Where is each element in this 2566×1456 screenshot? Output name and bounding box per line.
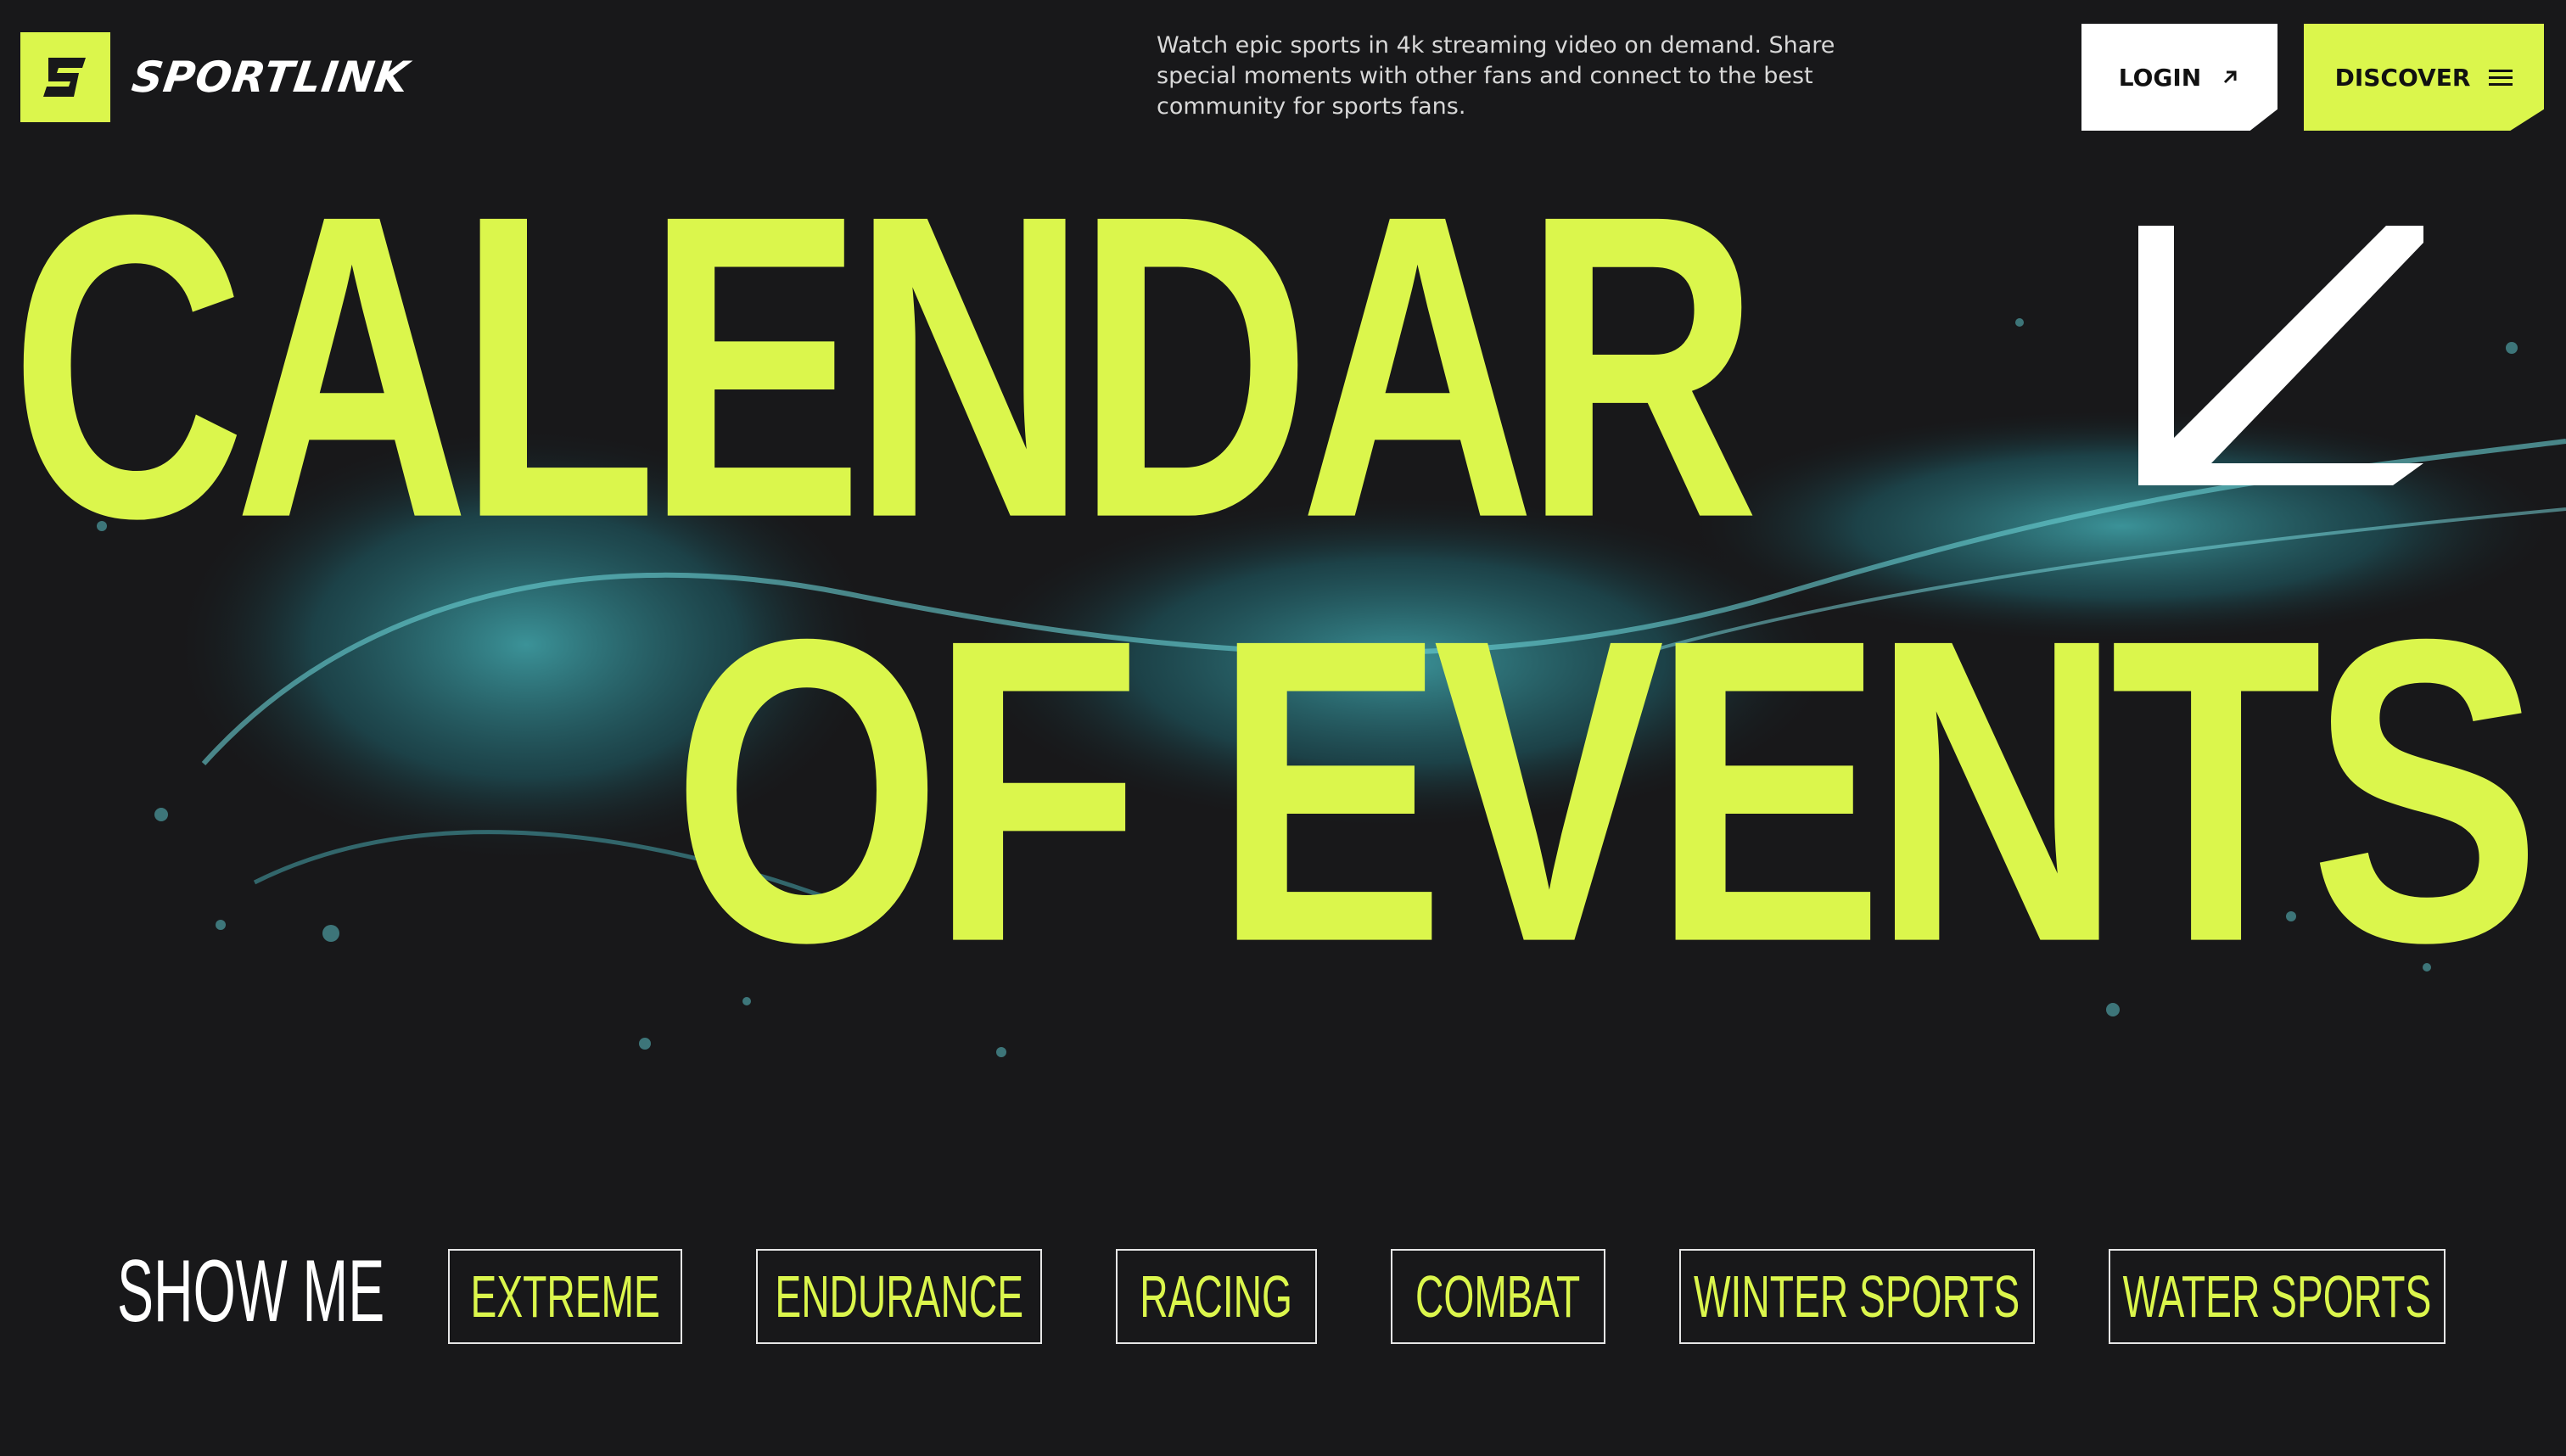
filter-chip-label: WATER SPORTS [2122,1263,2432,1330]
filter-label: SHOW ME [117,1242,385,1341]
hero-title-line-1: CALENDAR [10,126,1759,608]
filter-chip-winter-sports[interactable]: WINTER SPORTS [1679,1249,2035,1344]
discover-label: DISCOVER [2334,63,2471,92]
arrow-down-left-icon [2138,226,2423,485]
filter-chip-label: EXTREME [470,1263,660,1330]
login-label: LOGIN [2118,63,2202,92]
header-tagline: Watch epic sports in 4k streaming video … [1157,32,1835,120]
filter-chip-label: WINTER SPORTS [1694,1263,2020,1330]
brand-wordmark[interactable]: SPORTLINK [129,53,412,102]
filter-chip-water-sports[interactable]: WATER SPORTS [2109,1249,2446,1344]
filter-chip-extreme[interactable]: EXTREME [448,1249,682,1344]
filter-chip-label: RACING [1140,1263,1293,1330]
discover-button[interactable]: DISCOVER [2304,24,2544,131]
filter-chip-label: ENDURANCE [775,1263,1023,1330]
hamburger-menu-icon [2489,70,2513,86]
login-button[interactable]: LOGIN [2081,24,2277,131]
filter-chip-racing[interactable]: RACING [1116,1249,1317,1344]
logo-s-icon [43,58,86,97]
page: SPORTLINK Watch epic sports in 4k stream… [0,0,2566,1456]
hero-title-line-2: OF EVENTS [672,550,2541,1032]
logo-mark[interactable] [20,32,110,122]
filter-chip-endurance[interactable]: ENDURANCE [756,1249,1042,1344]
filter-chip-label: COMBAT [1415,1263,1581,1330]
filter-chip-combat[interactable]: COMBAT [1391,1249,1605,1344]
arrow-up-right-icon [2224,70,2237,84]
